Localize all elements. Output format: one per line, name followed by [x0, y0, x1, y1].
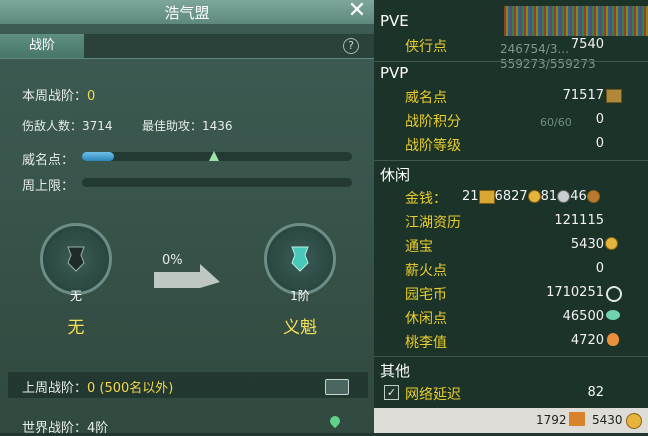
world-rank-label: 世界战阶：	[22, 421, 88, 436]
pve-section-title: PVE	[380, 12, 409, 30]
next-rank-emblem[interactable]	[264, 223, 336, 295]
week-rank-label: 本周战阶：	[22, 89, 88, 104]
money-values: 21 6827 81 46	[462, 189, 622, 204]
last-week-rank: 上周战阶：0 (500名以外)	[22, 377, 173, 396]
last-week-value: 0 (500名以外)	[87, 381, 174, 396]
peach-icon	[607, 333, 619, 346]
next-rank-small-label: 1阶	[290, 289, 310, 303]
tongbao-coin-icon	[605, 237, 618, 250]
week-rank-row: 本周战阶：0	[22, 85, 95, 104]
zhanjie-score-value: 0	[595, 112, 604, 127]
background-hud-decoration	[504, 6, 648, 36]
tongbao-coin-icon	[626, 413, 642, 429]
copper-coin-icon	[586, 190, 600, 203]
gold-value: 6827	[494, 189, 528, 204]
world-rank: 世界战阶：4阶	[22, 417, 108, 436]
divider	[374, 61, 648, 62]
zhanjie-level-label: 战阶等级	[405, 138, 461, 154]
kills-value: 3714	[82, 119, 113, 133]
zhanjie-level-value: 0	[595, 136, 604, 151]
prestige-bar-fill	[82, 152, 115, 161]
yuanzhai-value: 1710251	[546, 285, 604, 300]
weiming-label: 威名点	[405, 90, 447, 106]
progress-percent: 0%	[162, 253, 183, 268]
taoli-label: 桃李值	[405, 335, 447, 351]
kills-label: 伤敌人数：	[22, 119, 83, 133]
xiuxian-leaf-icon	[606, 310, 620, 320]
current-rank-small-label: 无	[69, 289, 82, 303]
background-mp-text: 559273/559273	[500, 57, 596, 71]
gold-brick-value: 21	[462, 189, 479, 204]
jianghu-label: 江湖资历	[405, 215, 461, 231]
tongbao-label: 通宝	[405, 239, 433, 255]
banner-icon	[291, 246, 309, 272]
help-icon[interactable]: ?	[343, 38, 359, 54]
silver-value: 81	[540, 189, 558, 204]
bottom-value-2: 5430	[592, 413, 623, 427]
other-section-title: 其他	[380, 362, 411, 380]
close-icon[interactable]: ✕	[346, 0, 368, 22]
kills-stat: 伤敌人数：3714	[22, 117, 113, 134]
xiuxian-label: 休闲点	[405, 311, 447, 327]
latency-value: 82	[587, 385, 604, 400]
yuanzhai-coin-icon	[606, 286, 622, 302]
divider	[374, 356, 648, 357]
prestige-marker-icon	[209, 151, 219, 161]
xinhuo-label: 薪火点	[405, 263, 447, 279]
current-rank-emblem[interactable]	[40, 223, 112, 295]
tab-zhanjie[interactable]: 战阶	[0, 34, 84, 58]
assist-value: 1436	[202, 119, 233, 133]
pvp-section-title: PVP	[380, 64, 409, 82]
banner-icon	[67, 246, 85, 272]
window-title: 浩气盟	[164, 4, 210, 22]
weiming-value: 71517	[562, 88, 604, 103]
latency-label: 网络延迟	[405, 387, 461, 403]
assist-label: 最佳助攻：	[142, 119, 203, 133]
tongbao-value: 5430	[570, 237, 604, 252]
week-rank-value: 0	[87, 89, 96, 104]
prestige-label: 威名点：	[22, 153, 75, 168]
voucher-icon	[569, 412, 585, 426]
mail-icon[interactable]	[325, 379, 349, 395]
weekly-cap-label: 周上限：	[22, 179, 75, 194]
gold-ingot-icon	[527, 190, 541, 203]
faction-panel	[0, 0, 374, 433]
zhanjie-score-label: 战阶积分	[405, 114, 461, 130]
xiuxian-value: 46500	[562, 309, 604, 324]
copper-value: 46	[570, 189, 587, 204]
xiaxing-value: 7540	[570, 37, 604, 52]
gold-brick-icon	[478, 189, 495, 204]
current-rank-name: 无	[67, 318, 85, 338]
latency-checkbox[interactable]: ✓	[384, 385, 399, 400]
bottom-value-1: 1792	[536, 413, 567, 427]
world-rank-value: 4阶	[87, 421, 109, 436]
taoli-value: 4720	[570, 333, 604, 348]
silver-ingot-icon	[557, 190, 571, 203]
divider	[374, 160, 648, 161]
next-rank-name: 义魁	[283, 318, 317, 338]
last-week-label: 上周战阶：	[22, 381, 88, 396]
weekly-cap-bar	[82, 178, 352, 187]
xiaxing-label: 侠行点	[405, 39, 447, 55]
jianghu-value: 121115	[554, 213, 604, 228]
leisure-section-title: 休闲	[380, 166, 411, 184]
weiming-icon	[606, 89, 622, 103]
money-label: 金钱：	[405, 191, 447, 207]
xinhuo-value: 0	[595, 261, 604, 276]
assist-stat: 最佳助攻：1436	[142, 117, 233, 134]
yuanzhai-label: 园宅币	[405, 287, 447, 303]
